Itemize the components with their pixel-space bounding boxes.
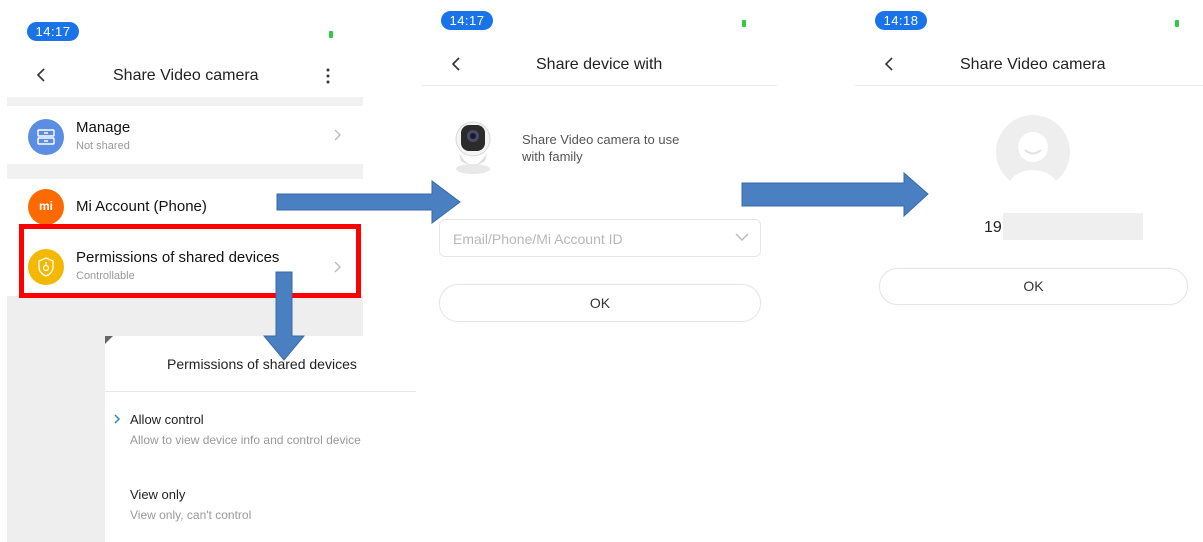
account-number: 19 xyxy=(984,219,1002,236)
page-title: Share Video camera xyxy=(960,56,1106,73)
more-vertical-icon[interactable] xyxy=(324,67,332,85)
account-id-input[interactable]: Email/Phone/Mi Account ID xyxy=(439,219,761,257)
highlight-box xyxy=(19,224,361,298)
option-description: View only, can't control xyxy=(130,508,252,522)
chevron-right-icon xyxy=(334,129,341,141)
section-divider xyxy=(7,97,363,106)
header-divider xyxy=(855,85,1203,86)
page-title: Share Video camera xyxy=(113,67,259,84)
battery-icon xyxy=(329,31,333,38)
right-arrow-icon xyxy=(741,171,929,218)
manage-icon xyxy=(28,119,64,155)
status-time: 14:17 xyxy=(441,11,493,30)
redacted-block xyxy=(1003,213,1143,240)
right-arrow-icon xyxy=(276,180,461,224)
mi-logo-icon: mi xyxy=(28,189,64,225)
mi-account-label: Mi Account (Phone) xyxy=(76,198,207,215)
back-arrow-icon[interactable] xyxy=(881,56,897,72)
option-view-only[interactable]: View only View only, can't control xyxy=(105,478,416,530)
account-id-placeholder: Email/Phone/Mi Account ID xyxy=(453,231,623,247)
popup-divider xyxy=(105,391,416,392)
video-camera-icon xyxy=(455,121,491,174)
option-description: Allow to view device info and control de… xyxy=(130,433,361,447)
down-arrow-icon xyxy=(262,271,306,361)
permissions-popup: Permissions of shared devices Allow cont… xyxy=(105,336,416,542)
page-title: Share device with xyxy=(536,56,663,73)
share-description: Share Video camera to use with family xyxy=(522,132,680,164)
ok-button[interactable]: OK xyxy=(439,284,761,322)
header-divider xyxy=(422,85,777,86)
option-label: Allow control xyxy=(130,412,204,427)
manage-label: Manage xyxy=(76,119,131,136)
ok-button[interactable]: OK xyxy=(879,268,1188,305)
option-allow-control[interactable]: Allow control Allow to view device info … xyxy=(105,402,416,454)
chevron-right-icon xyxy=(114,414,121,424)
back-arrow-icon[interactable] xyxy=(448,56,464,72)
manage-status: Not shared xyxy=(76,140,130,152)
manage-row[interactable]: Manage Not shared xyxy=(7,106,363,164)
status-time: 14:18 xyxy=(875,11,927,30)
battery-icon xyxy=(1175,20,1179,27)
status-time: 14:17 xyxy=(27,22,79,41)
battery-icon xyxy=(742,20,746,27)
popup-corner-mark xyxy=(105,336,113,344)
option-label: View only xyxy=(130,487,186,502)
back-arrow-icon[interactable] xyxy=(33,67,49,83)
chevron-down-icon[interactable] xyxy=(735,233,749,242)
avatar xyxy=(996,115,1070,189)
